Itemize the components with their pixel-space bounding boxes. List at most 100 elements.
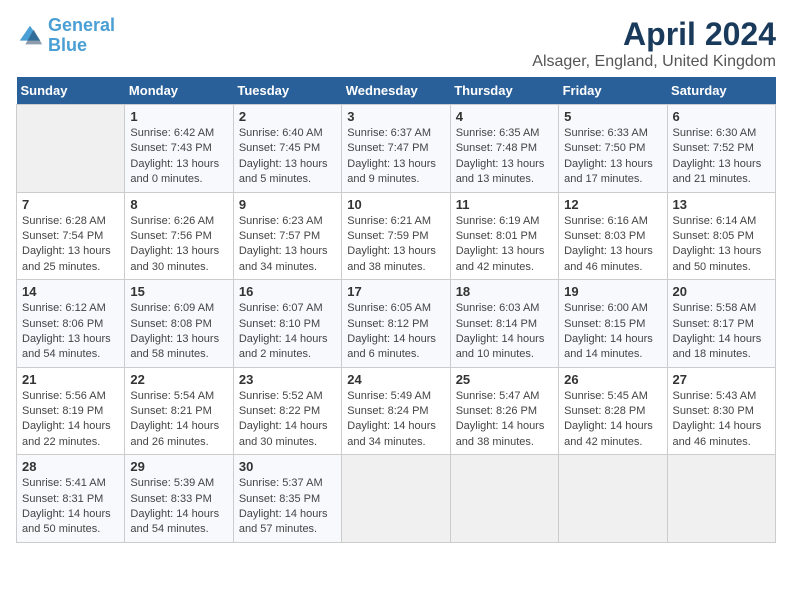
day-number: 19 xyxy=(564,284,661,299)
calendar-cell: 14 Sunrise: 6:12 AMSunset: 8:06 PMDayligh… xyxy=(17,280,125,368)
calendar-cell: 24 Sunrise: 5:49 AMSunset: 8:24 PMDayligh… xyxy=(342,367,450,455)
calendar-cell xyxy=(667,455,775,543)
day-number: 9 xyxy=(239,197,336,212)
day-info: Sunrise: 5:56 AMSunset: 8:19 PMDaylight:… xyxy=(22,389,119,451)
day-number: 6 xyxy=(673,109,770,124)
header-friday: Friday xyxy=(559,77,667,105)
day-info: Sunrise: 6:19 AMSunset: 8:01 PMDaylight:… xyxy=(456,214,553,276)
day-number: 21 xyxy=(22,372,119,387)
day-info: Sunrise: 6:42 AMSunset: 7:43 PMDaylight:… xyxy=(130,126,227,188)
page-header: General Blue April 2024 Alsager, England… xyxy=(16,16,776,71)
calendar-cell: 4 Sunrise: 6:35 AMSunset: 7:48 PMDaylight… xyxy=(450,105,558,193)
day-number: 5 xyxy=(564,109,661,124)
day-number: 24 xyxy=(347,372,444,387)
day-info: Sunrise: 6:12 AMSunset: 8:06 PMDaylight:… xyxy=(22,301,119,363)
day-info: Sunrise: 6:28 AMSunset: 7:54 PMDaylight:… xyxy=(22,214,119,276)
calendar-cell: 5 Sunrise: 6:33 AMSunset: 7:50 PMDaylight… xyxy=(559,105,667,193)
title-block: April 2024 Alsager, England, United King… xyxy=(532,16,776,71)
day-info: Sunrise: 6:21 AMSunset: 7:59 PMDaylight:… xyxy=(347,214,444,276)
calendar-cell: 19 Sunrise: 6:00 AMSunset: 8:15 PMDayligh… xyxy=(559,280,667,368)
day-number: 12 xyxy=(564,197,661,212)
day-number: 18 xyxy=(456,284,553,299)
calendar-cell: 7 Sunrise: 6:28 AMSunset: 7:54 PMDaylight… xyxy=(17,192,125,280)
calendar-cell: 11 Sunrise: 6:19 AMSunset: 8:01 PMDayligh… xyxy=(450,192,558,280)
calendar-cell: 22Sunrise: 5:54 AMSunset: 8:21 PMDayligh… xyxy=(125,367,233,455)
calendar-cell: 30Sunrise: 5:37 AMSunset: 8:35 PMDayligh… xyxy=(233,455,341,543)
calendar-cell xyxy=(17,105,125,193)
day-info: Sunrise: 6:05 AMSunset: 8:12 PMDaylight:… xyxy=(347,301,444,363)
calendar-cell: 15 Sunrise: 6:09 AMSunset: 8:08 PMDayligh… xyxy=(125,280,233,368)
logo-icon xyxy=(16,22,44,50)
day-info: Sunrise: 6:23 AMSunset: 7:57 PMDaylight:… xyxy=(239,214,336,276)
calendar-body: 1Sunrise: 6:42 AMSunset: 7:43 PMDaylight… xyxy=(17,105,776,543)
day-number: 11 xyxy=(456,197,553,212)
calendar-cell: 26 Sunrise: 5:45 AMSunset: 8:28 PMDayligh… xyxy=(559,367,667,455)
day-info: Sunrise: 5:43 AMSunset: 8:30 PMDaylight:… xyxy=(673,389,770,451)
week-row-1: 1Sunrise: 6:42 AMSunset: 7:43 PMDaylight… xyxy=(17,105,776,193)
day-info: Sunrise: 6:30 AMSunset: 7:52 PMDaylight:… xyxy=(673,126,770,188)
calendar-cell: 23 Sunrise: 5:52 AMSunset: 8:22 PMDayligh… xyxy=(233,367,341,455)
day-info: Sunrise: 5:41 AMSunset: 8:31 PMDaylight:… xyxy=(22,476,119,538)
day-number: 17 xyxy=(347,284,444,299)
day-number: 28 xyxy=(22,459,119,474)
calendar-cell: 25Sunrise: 5:47 AMSunset: 8:26 PMDayligh… xyxy=(450,367,558,455)
day-number: 3 xyxy=(347,109,444,124)
day-info: Sunrise: 5:54 AMSunset: 8:21 PMDaylight:… xyxy=(130,389,227,451)
day-info: Sunrise: 5:47 AMSunset: 8:26 PMDaylight:… xyxy=(456,389,553,451)
day-info: Sunrise: 5:45 AMSunset: 8:28 PMDaylight:… xyxy=(564,389,661,451)
day-number: 10 xyxy=(347,197,444,212)
calendar-cell xyxy=(450,455,558,543)
day-info: Sunrise: 6:09 AMSunset: 8:08 PMDaylight:… xyxy=(130,301,227,363)
main-title: April 2024 xyxy=(532,16,776,53)
week-row-4: 21 Sunrise: 5:56 AMSunset: 8:19 PMDayligh… xyxy=(17,367,776,455)
calendar-cell: 27Sunrise: 5:43 AMSunset: 8:30 PMDayligh… xyxy=(667,367,775,455)
week-row-5: 28 Sunrise: 5:41 AMSunset: 8:31 PMDayligh… xyxy=(17,455,776,543)
day-number: 8 xyxy=(130,197,227,212)
day-info: Sunrise: 5:39 AMSunset: 8:33 PMDaylight:… xyxy=(130,476,227,538)
subtitle: Alsager, England, United Kingdom xyxy=(532,53,776,71)
day-info: Sunrise: 6:07 AMSunset: 8:10 PMDaylight:… xyxy=(239,301,336,363)
calendar-cell: 12 Sunrise: 6:16 AMSunset: 8:03 PMDayligh… xyxy=(559,192,667,280)
calendar-cell xyxy=(342,455,450,543)
day-number: 26 xyxy=(564,372,661,387)
day-number: 15 xyxy=(130,284,227,299)
header-saturday: Saturday xyxy=(667,77,775,105)
logo: General Blue xyxy=(16,16,115,56)
day-number: 23 xyxy=(239,372,336,387)
calendar-cell: 18 Sunrise: 6:03 AMSunset: 8:14 PMDayligh… xyxy=(450,280,558,368)
header-monday: Monday xyxy=(125,77,233,105)
calendar-cell: 17 Sunrise: 6:05 AMSunset: 8:12 PMDayligh… xyxy=(342,280,450,368)
calendar-cell: 6 Sunrise: 6:30 AMSunset: 7:52 PMDaylight… xyxy=(667,105,775,193)
calendar-cell: 1Sunrise: 6:42 AMSunset: 7:43 PMDaylight… xyxy=(125,105,233,193)
header-wednesday: Wednesday xyxy=(342,77,450,105)
calendar-cell: 28 Sunrise: 5:41 AMSunset: 8:31 PMDayligh… xyxy=(17,455,125,543)
logo-line2: Blue xyxy=(48,35,87,55)
calendar-cell: 2 Sunrise: 6:40 AMSunset: 7:45 PMDaylight… xyxy=(233,105,341,193)
day-info: Sunrise: 6:40 AMSunset: 7:45 PMDaylight:… xyxy=(239,126,336,188)
day-info: Sunrise: 6:03 AMSunset: 8:14 PMDaylight:… xyxy=(456,301,553,363)
header-tuesday: Tuesday xyxy=(233,77,341,105)
day-info: Sunrise: 5:49 AMSunset: 8:24 PMDaylight:… xyxy=(347,389,444,451)
day-number: 13 xyxy=(673,197,770,212)
day-info: Sunrise: 5:52 AMSunset: 8:22 PMDaylight:… xyxy=(239,389,336,451)
calendar-cell: 10 Sunrise: 6:21 AMSunset: 7:59 PMDayligh… xyxy=(342,192,450,280)
day-info: Sunrise: 6:35 AMSunset: 7:48 PMDaylight:… xyxy=(456,126,553,188)
week-row-2: 7 Sunrise: 6:28 AMSunset: 7:54 PMDaylight… xyxy=(17,192,776,280)
day-info: Sunrise: 6:00 AMSunset: 8:15 PMDaylight:… xyxy=(564,301,661,363)
day-number: 14 xyxy=(22,284,119,299)
calendar-table: SundayMondayTuesdayWednesdayThursdayFrid… xyxy=(16,77,776,543)
calendar-cell: 8Sunrise: 6:26 AMSunset: 7:56 PMDaylight… xyxy=(125,192,233,280)
header-thursday: Thursday xyxy=(450,77,558,105)
day-info: Sunrise: 6:33 AMSunset: 7:50 PMDaylight:… xyxy=(564,126,661,188)
day-info: Sunrise: 6:37 AMSunset: 7:47 PMDaylight:… xyxy=(347,126,444,188)
calendar-cell: 9 Sunrise: 6:23 AMSunset: 7:57 PMDaylight… xyxy=(233,192,341,280)
day-number: 2 xyxy=(239,109,336,124)
logo-line1: General xyxy=(48,15,115,35)
day-number: 4 xyxy=(456,109,553,124)
calendar-cell: 13Sunrise: 6:14 AMSunset: 8:05 PMDayligh… xyxy=(667,192,775,280)
calendar-cell: 3 Sunrise: 6:37 AMSunset: 7:47 PMDaylight… xyxy=(342,105,450,193)
day-number: 30 xyxy=(239,459,336,474)
day-info: Sunrise: 6:16 AMSunset: 8:03 PMDaylight:… xyxy=(564,214,661,276)
day-info: Sunrise: 5:58 AMSunset: 8:17 PMDaylight:… xyxy=(673,301,770,363)
day-number: 7 xyxy=(22,197,119,212)
